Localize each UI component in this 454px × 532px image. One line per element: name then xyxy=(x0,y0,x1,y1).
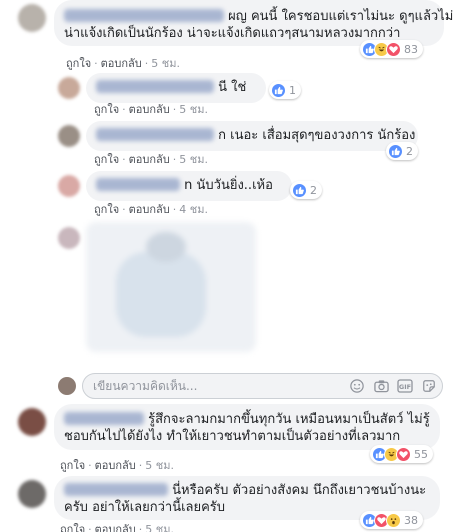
reaction-summary[interactable]: 1 xyxy=(269,81,301,99)
reaction-count: 2 xyxy=(406,144,413,158)
current-user-avatar[interactable] xyxy=(58,377,76,395)
gif-icon[interactable]: GIF xyxy=(394,375,416,397)
blurred-image-attachment[interactable] xyxy=(86,222,256,352)
commenter-name[interactable] xyxy=(96,128,214,141)
reply-link[interactable]: ตอบกลับ xyxy=(101,57,142,70)
commenter-name[interactable] xyxy=(64,9,224,22)
reaction-count: 2 xyxy=(310,183,317,197)
reply-bubble: ก เนอะ เสื่อมสุดๆของวงการ นักร้อง xyxy=(86,121,418,151)
camera-icon[interactable] xyxy=(370,375,392,397)
commenter-name[interactable] xyxy=(96,178,180,191)
wow-icon xyxy=(386,512,401,528)
comment-text-line: รู้สึกจะลามกมากขึ้นทุกวัน เหมือนหมาเป็นส… xyxy=(64,411,430,428)
commenter-name[interactable] xyxy=(64,412,144,425)
reply-link[interactable]: ตอบกลับ xyxy=(129,153,170,166)
reaction-count: 1 xyxy=(289,83,296,97)
love-icon xyxy=(386,41,401,57)
reply-actions: ถูกใจ · ตอบกลับ · 5 ชม. xyxy=(94,103,208,116)
reply-avatar[interactable] xyxy=(58,227,80,249)
commenter-name[interactable] xyxy=(96,80,214,93)
timestamp[interactable]: 4 ชม. xyxy=(179,203,208,216)
reaction-summary[interactable]: 55 xyxy=(370,445,433,463)
comment-actions: ถูกใจ · ตอบกลับ · 5 ชม. xyxy=(66,57,180,70)
commenter-name[interactable] xyxy=(64,483,168,496)
like-icon xyxy=(388,143,403,159)
reaction-count: 55 xyxy=(414,447,428,461)
reply-actions: ถูกใจ · ตอบกลับ · 5 ชม. xyxy=(94,153,208,166)
like-link[interactable]: ถูกใจ xyxy=(60,523,85,532)
reaction-summary[interactable]: 2 xyxy=(290,181,322,199)
reply-avatar[interactable] xyxy=(58,175,80,197)
comment-avatar[interactable] xyxy=(18,408,46,436)
timestamp[interactable]: 5 ชม. xyxy=(179,103,208,116)
reply-avatar[interactable] xyxy=(58,77,80,99)
comment-bubble: รู้สึกจะลามกมากขึ้นทุกวัน เหมือนหมาเป็นส… xyxy=(54,404,440,450)
like-link[interactable]: ถูกใจ xyxy=(60,459,85,472)
reply-link[interactable]: ตอบกลับ xyxy=(95,523,136,532)
timestamp[interactable]: 5 ชม. xyxy=(179,153,208,166)
reply-actions: ถูกใจ · ตอบกลับ · 4 ชม. xyxy=(94,203,208,216)
sticker-icon[interactable] xyxy=(418,375,440,397)
like-link[interactable]: ถูกใจ xyxy=(94,203,119,216)
like-icon xyxy=(292,182,307,198)
comment-avatar[interactable] xyxy=(18,480,46,508)
reply-link[interactable]: ตอบกลับ xyxy=(95,459,136,472)
comment-composer[interactable]: GIF xyxy=(82,373,443,399)
reply-bubble: นี ใช่ xyxy=(86,73,266,103)
timestamp[interactable]: 5 ชม. xyxy=(145,523,174,532)
comment-text-line: ชอบกันไปได้ยังไง ทำให้เยาวชนทำตามเป็นตัว… xyxy=(64,429,401,444)
like-link[interactable]: ถูกใจ xyxy=(94,103,119,116)
reply-avatar[interactable] xyxy=(58,125,80,147)
reaction-count: 83 xyxy=(404,42,418,56)
reply-bubble: n นับวันยิ่ง..เห้อ xyxy=(86,171,292,201)
love-icon xyxy=(396,446,411,462)
reaction-summary[interactable]: 2 xyxy=(386,142,418,160)
comment-text-line: นี่หรือครับ ตัวอย่างสังคม นึกถึงเยาวชนบ้… xyxy=(64,482,430,499)
like-link[interactable]: ถูกใจ xyxy=(94,153,119,166)
timestamp[interactable]: 5 ชม. xyxy=(145,459,174,472)
comment-text-line: ผญ คนนี้ ใครชอบแต่เราไม่นะ ดูๆแล้วไม่ xyxy=(64,8,453,25)
comment-actions: ถูกใจ · ตอบกลับ · 5 ชม. xyxy=(60,520,174,532)
svg-text:GIF: GIF xyxy=(399,383,411,391)
reaction-summary[interactable]: 38 xyxy=(360,511,423,529)
like-icon xyxy=(271,82,286,98)
comment-input[interactable] xyxy=(83,379,346,393)
reaction-count: 38 xyxy=(404,513,418,527)
reaction-summary[interactable]: 83 xyxy=(360,40,423,58)
timestamp[interactable]: 5 ชม. xyxy=(151,57,180,70)
reply-link[interactable]: ตอบกลับ xyxy=(129,203,170,216)
like-link[interactable]: ถูกใจ xyxy=(66,57,91,70)
comment-avatar[interactable] xyxy=(18,4,46,32)
comment-actions: ถูกใจ · ตอบกลับ · 5 ชม. xyxy=(60,459,174,472)
reply-link[interactable]: ตอบกลับ xyxy=(129,103,170,116)
emoji-icon[interactable] xyxy=(346,375,368,397)
